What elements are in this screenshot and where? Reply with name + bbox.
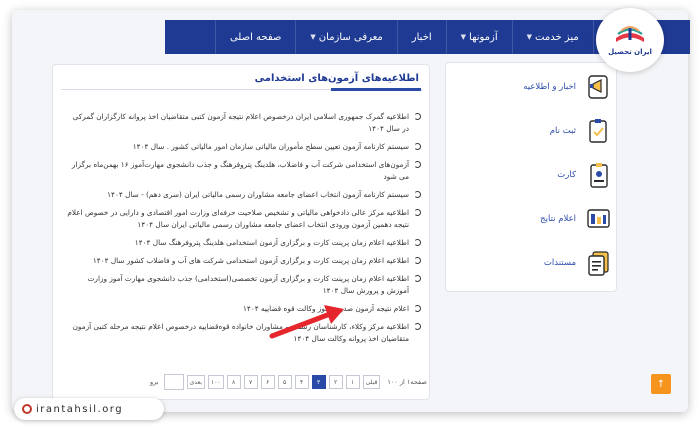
news-item-text: سیستم کارنامه آزمون تعیین سطح مأموران ما… <box>132 142 409 151</box>
page-button[interactable]: ۲ <box>328 375 343 389</box>
sidebar-item-results[interactable]: اعلام نتایج <box>446 197 618 241</box>
nav-item[interactable]: آزمونها ▼ <box>445 20 512 54</box>
news-item[interactable]: اطلاعیه مرکز عالی دادخواهی مالیاتی و تشخ… <box>65 207 421 231</box>
news-item[interactable]: اطلاعیه گمرک جمهوری اسلامی ایران درخصوص … <box>65 111 421 135</box>
bullet-icon <box>414 161 421 168</box>
news-item[interactable]: سیستم کارنامه آزمون تعیین سطح مأموران ما… <box>65 141 421 153</box>
bullet-icon <box>414 209 421 216</box>
documents-icon <box>588 251 609 276</box>
bullet-icon <box>414 323 421 330</box>
news-item-text: اطلاعیه اعلام زمان پرینت کارت و برگزاری … <box>92 256 409 265</box>
bullet-icon <box>414 239 421 246</box>
watermark-text: irantahsil.org <box>36 403 124 415</box>
nav-item[interactable]: میز خدمت ▼ <box>511 20 593 54</box>
watermark: irantahsil.org <box>14 398 164 420</box>
page-button[interactable]: ۱۰۰ <box>207 375 224 389</box>
bullet-icon <box>414 113 421 120</box>
page-info: صفحه۱ از ۱۰۰ <box>387 378 427 386</box>
sidebar-item-news[interactable]: اخبار و اطلاعیه <box>446 65 618 109</box>
news-item-text: اطلاعیه مرکز وکلاء، کارشناسان رسمی و مشا… <box>72 322 409 343</box>
news-item-text: اطلاعیه اعلام زمان پرینت کارت و برگزاری … <box>134 238 409 247</box>
page-button[interactable]: ۴ <box>294 375 309 389</box>
next-page-button[interactable]: بعدی <box>186 375 205 389</box>
news-item[interactable]: اطلاعیه اعلام زمان پرینت کارت و برگزاری … <box>65 237 421 249</box>
news-item[interactable]: آزمون‌های استخدامی شرکت آب و فاضلاب، هلد… <box>65 159 421 183</box>
nav-item-label: معرفی سازمان <box>318 31 383 43</box>
panel-title: اطلاعیه‌های آزمون‌های استخدامی <box>254 73 419 84</box>
sidebar-item-label: ثبت نام <box>549 126 576 136</box>
page-button[interactable]: ۶ <box>260 375 275 389</box>
sidebar-item-register[interactable]: ثبت نام <box>446 109 618 153</box>
nav-item-label: اخبار <box>411 31 432 43</box>
clipboard-check-icon <box>589 119 607 143</box>
news-item[interactable]: اعلام نتیجه آزمون صدور مجوز وکالت قوه قض… <box>65 303 421 315</box>
news-item[interactable]: اطلاعیه مرکز وکلاء، کارشناسان رسمی و مشا… <box>65 321 421 345</box>
sidebar-item-label: اعلام نتایج <box>540 214 576 224</box>
news-item-text: اطلاعیه اعلام زمان پرینت کارت و برگزاری … <box>87 274 409 295</box>
chevron-down-icon: ▼ <box>526 33 533 41</box>
news-item-text: اطلاعیه گمرک جمهوری اسلامی ایران درخصوص … <box>72 112 409 133</box>
sidebar-item-label: اخبار و اطلاعیه <box>523 82 576 92</box>
title-accent-bar <box>331 88 421 91</box>
page-button[interactable]: ۳ <box>311 375 326 389</box>
prev-page-button[interactable]: قبلی <box>362 375 381 389</box>
globe-icon <box>22 404 32 414</box>
pagination: برو بعدی ۱۰۰ ۸ ۷ ۶ ۵ ۴ ۳ ۲ ۱ قبلی صفحه۱ از ۱۰۰ <box>150 373 427 391</box>
page-button[interactable]: ۵ <box>277 375 292 389</box>
announcements-panel: اطلاعیه‌های آزمون‌های استخدامی اطلاعیه گ… <box>52 64 430 400</box>
sidebar-item-label: کارت <box>557 170 576 180</box>
page-number-input[interactable] <box>163 374 184 390</box>
bullet-icon <box>414 257 421 264</box>
page-button[interactable]: ۱ <box>345 375 360 389</box>
nav-item-label: میز خدمت <box>535 31 579 43</box>
nav-item[interactable]: اخبار <box>396 20 446 54</box>
page-button[interactable]: ۷ <box>243 375 258 389</box>
scroll-top-button[interactable]: ↑ <box>651 374 671 394</box>
logo-text: ایران تحصیل <box>608 48 652 56</box>
nav-item-label: آزمونها <box>469 31 498 43</box>
bullet-icon <box>414 305 421 312</box>
nav-item[interactable]: صفحه اصلی <box>214 20 295 54</box>
id-card-icon <box>590 163 608 188</box>
site-logo[interactable]: ایران تحصیل <box>596 8 664 72</box>
news-list: اطلاعیه گمرک جمهوری اسلامی ایران درخصوص … <box>65 111 421 351</box>
sidebar-item-card[interactable]: کارت <box>446 153 618 197</box>
nav-item[interactable]: معرفی سازمان ▼ <box>295 20 396 54</box>
news-item[interactable]: اطلاعیه اعلام زمان پرینت کارت و برگزاری … <box>65 273 421 297</box>
chevron-down-icon: ▼ <box>460 33 467 41</box>
page-button[interactable]: ۸ <box>226 375 241 389</box>
nav-item-label: صفحه اصلی <box>229 31 282 43</box>
chevron-down-icon: ▼ <box>310 33 316 41</box>
bullet-icon <box>414 275 421 282</box>
news-item[interactable]: اطلاعیه اعلام زمان پرینت کارت و برگزاری … <box>65 255 421 267</box>
arrow-up-icon: ↑ <box>656 378 666 390</box>
book-logo-icon <box>616 26 644 42</box>
sidebar: اخبار و اطلاعیه ثبت نام کارت اعلام نتایج <box>445 62 617 292</box>
sidebar-item-documents[interactable]: مستندات <box>446 241 618 285</box>
red-arrow-icon <box>269 305 344 339</box>
go-button[interactable]: برو <box>150 378 159 386</box>
news-item-text: سیستم کارنامه آزمون انتخاب اعضای جامعه م… <box>107 190 409 199</box>
results-board-icon <box>587 209 610 228</box>
news-item[interactable]: سیستم کارنامه آزمون انتخاب اعضای جامعه م… <box>65 189 421 201</box>
megaphone-icon <box>588 75 608 99</box>
bullet-icon <box>414 143 421 150</box>
news-item-text: آزمون‌های استخدامی شرکت آب و فاضلاب، هلد… <box>71 160 409 181</box>
sidebar-item-label: مستندات <box>543 258 576 268</box>
news-item-text: اطلاعیه مرکز عالی دادخواهی مالیاتی و تشخ… <box>67 208 409 229</box>
bullet-icon <box>414 191 421 198</box>
